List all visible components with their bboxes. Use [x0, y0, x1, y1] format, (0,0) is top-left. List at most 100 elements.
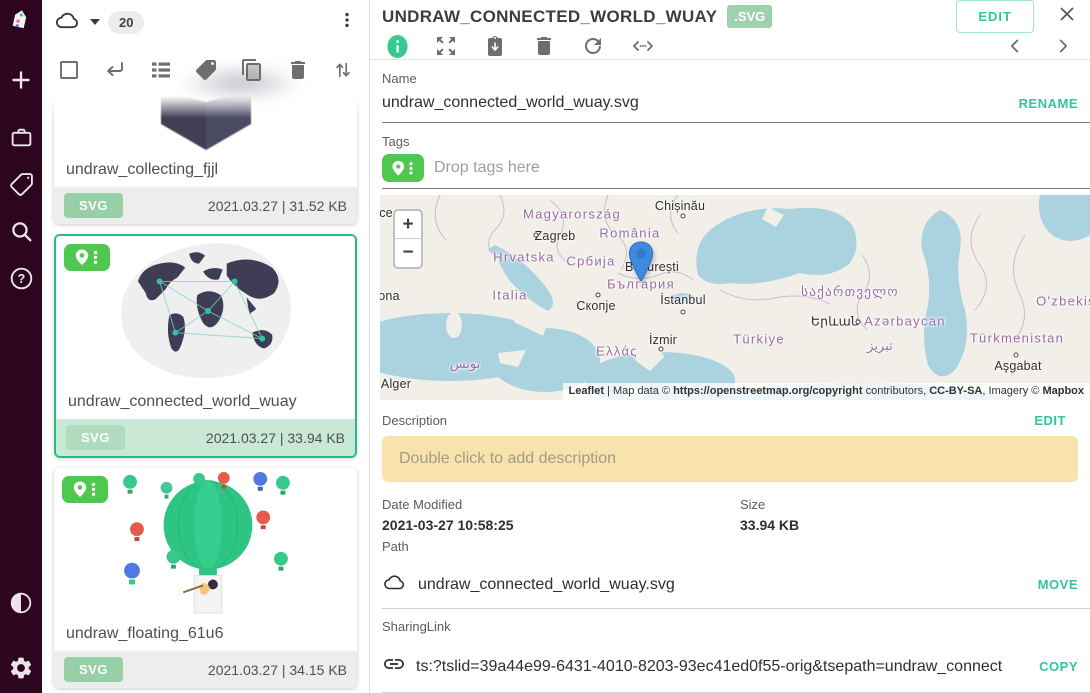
file-nav [1004, 35, 1074, 57]
map-label: تبريز [867, 338, 893, 354]
map-label: تونس [450, 356, 481, 372]
detail-header: UNDRAW_CONNECTED_WORLD_WUAY .SVG EDIT [370, 0, 1090, 33]
delete-trash-icon[interactable] [286, 58, 310, 82]
library-briefcase-icon[interactable] [9, 125, 34, 150]
map-label: Italia [492, 288, 527, 303]
file-card-selected[interactable]: undraw_connected_world_wuay SVG 2021.03.… [54, 234, 357, 458]
city-dot-icon [681, 310, 686, 315]
fullscreen-icon[interactable] [434, 34, 458, 58]
map-label: საქართველო [801, 284, 899, 300]
description-placeholder[interactable]: Double click to add description [382, 436, 1078, 482]
zoom-in-button[interactable]: + [395, 211, 421, 239]
file-card[interactable]: undraw_floating_61u6 SVG 2021.03.27 | 34… [54, 468, 357, 688]
delete-trash-icon[interactable] [532, 34, 556, 58]
cloud-location-icon[interactable] [54, 9, 82, 36]
description-header: Description EDIT [382, 413, 1078, 428]
add-button[interactable] [8, 67, 34, 93]
copy-link-button[interactable]: COPY [1039, 659, 1078, 674]
list-view-icon[interactable] [149, 58, 173, 82]
detail-title: UNDRAW_CONNECTED_WORLD_WUAY [382, 7, 717, 27]
copy-icon[interactable] [240, 58, 264, 82]
attribution-link[interactable]: CC-BY-SA [929, 385, 982, 397]
file-count-badge: 20 [108, 11, 144, 34]
map-label: O'zbekis [1036, 294, 1090, 309]
attribution-link[interactable]: https://openstreetmap.org/copyright [673, 385, 862, 397]
map-label: ona [380, 289, 400, 303]
tags-icon[interactable] [9, 172, 34, 197]
map-label: Aşgabat [994, 359, 1041, 373]
map-label: România [599, 226, 660, 241]
name-field: undraw_connected_world_wuay.svg RENAME [382, 86, 1090, 123]
edit-file-button[interactable]: EDIT [956, 0, 1034, 33]
zoom-out-button[interactable]: − [395, 239, 421, 267]
map-label: Türkiye [733, 332, 785, 347]
map-labels: ceMagyarországChișinăuRomâniaZagrebHrvat… [380, 195, 1090, 400]
map-label: İzmir [649, 333, 677, 347]
theme-contrast-icon[interactable] [9, 591, 33, 615]
map-label: ce [380, 206, 393, 220]
link-icon [382, 652, 406, 681]
date-modified-value: 2021-03-27 10:58:25 [382, 517, 740, 533]
map-label: Türkmenistan [970, 331, 1064, 346]
map-label: Скопје [576, 299, 615, 313]
size-label: Size [740, 497, 799, 512]
leaflet-map[interactable]: ceMagyarországChișinăuRomâniaZagrebHrvat… [380, 195, 1090, 400]
city-dot-icon [1014, 353, 1019, 358]
geo-pin-badge[interactable] [64, 244, 110, 271]
file-meta: 2021.03.27 | 31.52 KB [208, 198, 347, 214]
geo-pin-badge[interactable] [382, 154, 424, 182]
file-card-footer: SVG 2021.03.27 | 34.15 KB [54, 651, 357, 688]
city-dot-icon [534, 233, 539, 238]
reload-icon[interactable] [581, 34, 605, 58]
attribution-link[interactable]: Mapbox [1042, 385, 1084, 397]
tag-icon[interactable] [194, 58, 218, 82]
file-card[interactable]: undraw_collecting_fjjl SVG 2021.03.27 | … [54, 96, 357, 224]
chevron-right-icon[interactable] [1052, 35, 1074, 57]
map-label: Zagreb [535, 229, 576, 243]
rename-button[interactable]: RENAME [1019, 96, 1078, 111]
city-dot-icon [596, 293, 601, 298]
app-window: ? 20 [0, 0, 1090, 693]
city-dot-icon [659, 347, 664, 352]
sort-icon[interactable] [332, 58, 354, 82]
enter-return-icon[interactable] [103, 58, 127, 82]
close-icon[interactable] [1056, 3, 1078, 30]
cloud-location-icon [382, 572, 408, 597]
caret-down-icon[interactable] [89, 13, 101, 31]
sharing-link-field: ts:?tslid=39a44e99-6431-4010-8203-93ec41… [382, 643, 1090, 693]
file-title: undraw_connected_world_wuay [56, 384, 355, 419]
chevron-left-icon[interactable] [1004, 35, 1026, 57]
info-icon[interactable] [386, 34, 409, 59]
attribution-link[interactable]: Leaflet [569, 385, 604, 397]
left-rail: ? [0, 0, 42, 693]
detail-panel: UNDRAW_CONNECTED_WORLD_WUAY .SVG EDIT [370, 0, 1090, 693]
geo-pin-badge[interactable] [62, 476, 108, 503]
tags-label: Tags [382, 134, 1078, 149]
detail-body: Name undraw_connected_world_wuay.svg REN… [370, 60, 1090, 693]
library-toolbar [42, 44, 369, 96]
map-label: Magyarország [523, 207, 621, 222]
description-edit-button[interactable]: EDIT [1034, 413, 1066, 428]
file-title: undraw_floating_61u6 [54, 616, 357, 651]
date-modified-block: Date Modified 2021-03-27 10:58:25 [382, 497, 740, 533]
path-value: undraw_connected_world_wuay.svg [418, 576, 1028, 594]
description-label: Description [382, 413, 447, 428]
attribution-text: , Imagery © [982, 385, 1042, 397]
map-label: Chișinău [655, 199, 705, 213]
sharing-link-value: ts:?tslid=39a44e99-6431-4010-8203-93ec41… [416, 658, 1029, 676]
code-expand-icon[interactable] [630, 34, 656, 58]
clipboard-download-icon[interactable] [483, 34, 507, 58]
path-field: undraw_connected_world_wuay.svg MOVE [382, 563, 1090, 609]
search-icon[interactable] [9, 219, 34, 244]
map-attribution[interactable]: Leaflet | Map data © https://openstreetm… [563, 383, 1090, 400]
select-square-icon[interactable] [57, 58, 81, 82]
tags-drop-area[interactable]: Drop tags here [382, 149, 1090, 189]
move-button[interactable]: MOVE [1038, 577, 1078, 592]
settings-gear-icon[interactable] [8, 655, 34, 681]
file-card-footer: SVG 2021.03.27 | 33.94 KB [56, 419, 355, 456]
help-icon[interactable]: ? [9, 266, 34, 291]
tagspaces-logo-icon[interactable] [8, 10, 35, 37]
map-label: Երևան [811, 314, 859, 329]
map-marker-icon[interactable] [628, 241, 654, 287]
kebab-menu-icon[interactable] [337, 9, 357, 36]
